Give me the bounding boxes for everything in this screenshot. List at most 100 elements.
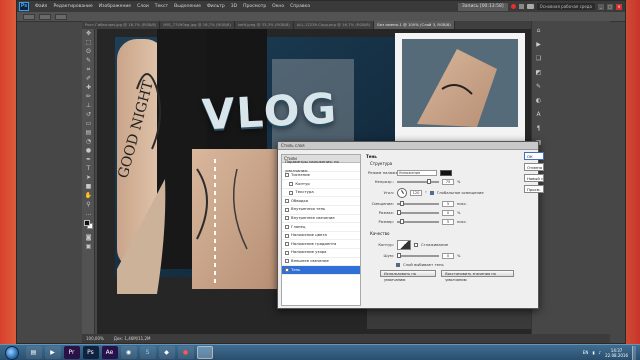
lasso-tool-icon[interactable]: ʘ <box>84 48 93 56</box>
premiere-taskbar-icon[interactable]: Pr <box>63 346 80 359</box>
doc-tab[interactable]: kefd.jpeg @ 33,3% (RGB/8) <box>235 21 294 29</box>
adjustments-panel-icon[interactable]: ◐ <box>534 96 543 105</box>
option-button[interactable] <box>55 13 67 20</box>
app-taskbar-icon[interactable]: ◆ <box>158 346 175 359</box>
checkbox[interactable] <box>285 173 289 178</box>
screen-mode-icon[interactable]: ▣ <box>84 243 93 251</box>
maximize-icon[interactable]: □ <box>607 3 613 10</box>
menu-layers[interactable]: Слои <box>134 4 152 9</box>
size-slider[interactable] <box>397 218 439 224</box>
shape-tool-icon[interactable]: ■ <box>84 183 93 191</box>
checkbox[interactable] <box>285 233 289 238</box>
tool-preset-button[interactable] <box>23 13 35 20</box>
checkbox[interactable] <box>285 199 289 204</box>
slider-knob[interactable] <box>400 218 404 224</box>
checkbox[interactable] <box>285 216 289 221</box>
character-panel-icon[interactable]: A <box>534 110 543 119</box>
global-light-checkbox[interactable] <box>429 190 434 195</box>
skype-taskbar-icon[interactable]: S <box>139 346 156 359</box>
make-default-button[interactable]: Использовать по умолчанию <box>380 270 437 282</box>
menu-3d[interactable]: 3D <box>228 4 240 9</box>
distance-slider[interactable] <box>397 200 439 206</box>
record-icon[interactable] <box>510 4 516 9</box>
volume-icon[interactable]: ♪ <box>599 350 602 355</box>
blur-tool-icon[interactable]: ◔ <box>84 138 93 146</box>
opacity-slider[interactable] <box>397 178 439 184</box>
slider-knob[interactable] <box>427 178 431 184</box>
minimize-icon[interactable]: _ <box>598 3 604 10</box>
actions-panel-icon[interactable]: ▶ <box>534 40 543 49</box>
angle-input[interactable]: 120 <box>410 189 422 196</box>
media-player-taskbar-icon[interactable]: ▶ <box>44 346 61 359</box>
checkbox[interactable] <box>285 224 289 229</box>
style-item-drop-shadow[interactable]: Тень <box>282 266 360 275</box>
noise-input[interactable]: 0 <box>442 252 454 259</box>
zoom-level[interactable]: 100,00% <box>86 336 104 341</box>
recorder-taskbar-icon[interactable]: ● <box>177 346 194 359</box>
clock[interactable]: 14:37 22.08.2016 <box>605 348 628 358</box>
foreground-color-swatch[interactable] <box>84 220 90 226</box>
new-style-button[interactable]: Новый стиль... <box>524 174 544 182</box>
option-button[interactable] <box>39 13 51 20</box>
more-tools-icon[interactable]: … <box>84 210 93 218</box>
paragraph-panel-icon[interactable]: ¶ <box>534 124 543 133</box>
contour-picker[interactable] <box>397 239 411 250</box>
checkbox[interactable] <box>285 242 289 247</box>
ok-button[interactable]: ОК <box>524 152 544 160</box>
eyedropper-tool-icon[interactable]: ✐ <box>84 75 93 83</box>
angle-dial[interactable] <box>397 187 407 198</box>
noise-slider[interactable] <box>397 252 439 258</box>
color-swatches[interactable] <box>84 220 93 232</box>
checkbox[interactable] <box>285 207 289 212</box>
crop-tool-icon[interactable]: ⌗ <box>84 66 93 74</box>
start-button[interactable] <box>5 345 19 360</box>
checkbox[interactable] <box>289 181 294 186</box>
menu-help[interactable]: Справка <box>287 4 313 9</box>
pen-tool-icon[interactable]: ✒ <box>84 156 93 164</box>
checkbox[interactable] <box>285 267 289 272</box>
slider-knob[interactable] <box>397 209 401 215</box>
menu-edit[interactable]: Редактирование <box>50 4 95 9</box>
blend-mode-select[interactable]: Умножение <box>397 169 437 176</box>
menu-type[interactable]: Текст <box>152 4 171 9</box>
menu-select[interactable]: Выделение <box>171 4 204 9</box>
distance-input[interactable]: 5 <box>442 200 454 207</box>
knockout-checkbox[interactable] <box>396 262 400 267</box>
spread-slider[interactable] <box>397 209 439 215</box>
antialias-checkbox[interactable] <box>414 242 418 247</box>
network-icon[interactable]: ▮ <box>592 350 594 355</box>
dodge-tool-icon[interactable]: ● <box>84 147 93 155</box>
photoshop-taskbar-icon[interactable]: Ps <box>82 346 99 359</box>
language-indicator[interactable]: EN <box>583 350 589 355</box>
history-panel-icon[interactable]: ⌂ <box>534 26 543 35</box>
channels-panel-icon[interactable]: ◩ <box>534 68 543 77</box>
paths-panel-icon[interactable]: ✎ <box>534 82 543 91</box>
explorer-taskbar-icon[interactable]: ▤ <box>25 346 42 359</box>
path-select-tool-icon[interactable]: ➤ <box>84 174 93 182</box>
opacity-input[interactable]: 75 <box>442 178 454 185</box>
workspace-select[interactable]: Основная рабочая среда <box>536 3 595 10</box>
menu-file[interactable]: Файл <box>32 4 50 9</box>
doc-tab-active[interactable]: Без имени-1 @ 100% (Слой 3, RGB/8) <box>374 21 455 29</box>
type-tool-icon[interactable]: T <box>84 165 93 173</box>
gradient-tool-icon[interactable]: ▤ <box>84 129 93 137</box>
marquee-tool-icon[interactable]: ⬚ <box>84 39 93 47</box>
slider-knob[interactable] <box>397 252 401 258</box>
after-effects-taskbar-icon[interactable]: Ae <box>101 346 118 359</box>
dialog-title[interactable]: Стиль слоя <box>278 142 538 150</box>
checkbox[interactable] <box>285 259 289 264</box>
stamp-tool-icon[interactable]: ⊥ <box>84 102 93 110</box>
doc-tab[interactable]: Рост-Гибанлрм.jpg @ 16,7% (RGB/8) <box>82 21 161 29</box>
close-icon[interactable]: × <box>616 3 622 10</box>
menu-view[interactable]: Просмотр <box>240 4 269 9</box>
hand-tool-icon[interactable]: ✋ <box>84 192 93 200</box>
camera-icon[interactable] <box>526 4 534 9</box>
healing-tool-icon[interactable]: ✚ <box>84 84 93 92</box>
spread-input[interactable]: 0 <box>442 209 454 216</box>
layers-panel-icon[interactable]: ❏ <box>534 54 543 63</box>
quick-select-tool-icon[interactable]: ✎ <box>84 57 93 65</box>
zoom-tool-icon[interactable]: ⚲ <box>84 201 93 209</box>
stop-icon[interactable] <box>518 4 524 9</box>
size-input[interactable]: 5 <box>442 218 454 225</box>
reset-default-button[interactable]: Восстановить значения по умолчанию <box>441 270 514 282</box>
